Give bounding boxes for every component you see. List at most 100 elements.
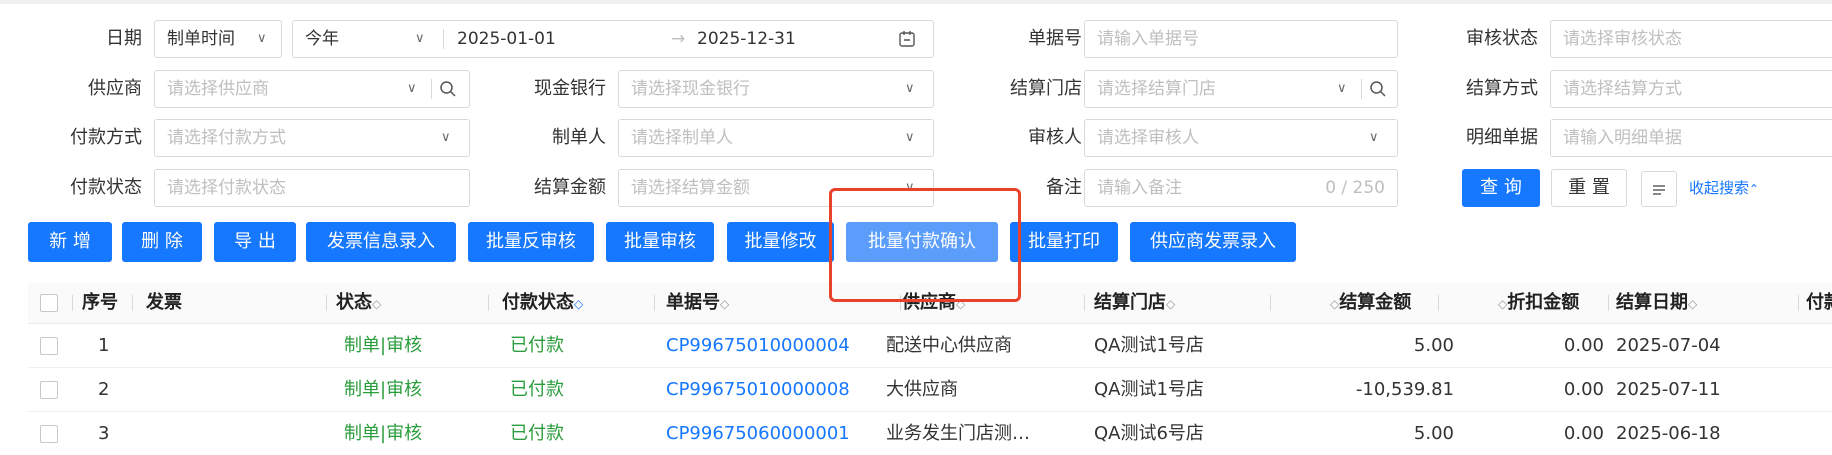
pay-status-label: 付款状态 xyxy=(70,177,142,198)
column-settings-icon[interactable] xyxy=(1641,171,1677,207)
header-supplier[interactable]: 供应商◇ xyxy=(902,282,965,324)
header-seq: 序号 xyxy=(82,292,118,313)
header-status[interactable]: 状态◇ xyxy=(336,282,381,324)
collapse-search-link[interactable]: 收起搜索⌃ xyxy=(1689,169,1759,208)
remark-input[interactable]: 请输入备注 0 / 250 xyxy=(1084,169,1398,207)
audit-status-select[interactable]: 请选择审核状态 xyxy=(1550,20,1832,58)
sort-icon: ◇ xyxy=(1688,297,1698,311)
search-icon[interactable] xyxy=(1369,71,1387,107)
cell-doc-no-link[interactable]: CP99675010000008 xyxy=(666,368,850,412)
detail-label: 明细单据 xyxy=(1466,127,1538,148)
detail-input[interactable]: 请输入明细单据 xyxy=(1550,119,1832,157)
date-type-select[interactable]: 制单时间 ∨ xyxy=(154,20,282,58)
chevron-down-icon: ∨ xyxy=(407,81,417,96)
store-label: 结算门店 xyxy=(1010,78,1082,99)
pay-method-select[interactable]: 请选择付款方式 ∨ xyxy=(154,119,470,157)
cell-doc-no-link[interactable]: CP99675060000001 xyxy=(666,412,850,455)
remark-label: 备注 xyxy=(1046,177,1082,198)
doc-no-placeholder: 请输入单据号 xyxy=(1097,29,1199,49)
select-all-checkbox[interactable] xyxy=(40,294,58,312)
header-invoice: 发票 xyxy=(146,292,182,313)
amount-label: 结算金额 xyxy=(534,177,606,198)
divider xyxy=(443,29,444,49)
supplier-invoice-entry-button[interactable]: 供应商发票录入 xyxy=(1130,222,1296,262)
settle-method-select[interactable]: 请选择结算方式 xyxy=(1550,70,1832,108)
divider xyxy=(431,79,432,99)
supplier-select[interactable]: 请选择供应商 ∨ xyxy=(154,70,470,108)
invoice-entry-button[interactable]: 发票信息录入 xyxy=(306,222,456,262)
chevron-down-icon: ∨ xyxy=(905,180,915,195)
doc-no-input[interactable]: 请输入单据号 xyxy=(1084,20,1398,58)
batch-audit-button[interactable]: 批量审核 xyxy=(606,222,714,262)
cell-pay-status: 已付款 xyxy=(510,335,564,356)
auditor-label: 审核人 xyxy=(1028,127,1082,148)
table-row[interactable]: 3 制单|审核 已付款 CP99675060000001 业务发生门店测… QA… xyxy=(28,412,1832,455)
date-range-picker[interactable]: 今年 ∨ 2025-01-01 → 2025-12-31 xyxy=(292,20,934,58)
chevron-down-icon: ∨ xyxy=(441,130,451,145)
add-button[interactable]: 新 增 xyxy=(28,222,112,262)
pay-status-select[interactable]: 请选择付款状态 xyxy=(154,169,470,207)
cell-doc-no-link[interactable]: CP99675010000004 xyxy=(666,324,850,368)
header-divider xyxy=(132,295,133,311)
export-button[interactable]: 导 出 xyxy=(214,222,296,262)
calendar-icon[interactable] xyxy=(898,21,916,57)
row-checkbox[interactable] xyxy=(40,381,58,399)
store-select[interactable]: 请选择结算门店 ∨ xyxy=(1084,70,1398,108)
header-next: 付款 xyxy=(1806,292,1832,313)
row-checkbox[interactable] xyxy=(40,425,58,443)
sort-icon: ◇ xyxy=(372,297,382,311)
batch-unaudit-button[interactable]: 批量反审核 xyxy=(468,222,594,262)
batch-payment-confirm-button[interactable]: 批量付款确认 xyxy=(846,222,998,262)
sort-icon: ◇ xyxy=(1498,297,1508,311)
batch-print-button[interactable]: 批量打印 xyxy=(1010,222,1118,262)
header-discount[interactable]: ◇折扣金额 xyxy=(1498,282,1579,324)
sort-icon: ◇ xyxy=(1330,297,1340,311)
header-divider xyxy=(72,295,73,311)
settle-method-placeholder: 请选择结算方式 xyxy=(1563,79,1682,99)
date-start-value: 2025-01-01 xyxy=(457,29,556,49)
date-arrow: → xyxy=(671,29,686,49)
store-placeholder: 请选择结算门店 xyxy=(1097,79,1216,99)
header-doc-no[interactable]: 单据号◇ xyxy=(666,282,729,324)
chevron-down-icon: ∨ xyxy=(905,130,915,145)
table-row[interactable]: 1 制单|审核 已付款 CP99675010000004 配送中心供应商 QA测… xyxy=(28,324,1832,368)
remark-char-count: 0 / 250 xyxy=(1325,178,1385,198)
cell-date: 2025-07-04 xyxy=(1616,335,1721,356)
header-amount[interactable]: ◇结算金额 xyxy=(1330,282,1411,324)
cell-supplier: 大供应商 xyxy=(886,379,958,400)
audit-status-label: 审核状态 xyxy=(1466,28,1538,49)
header-store[interactable]: 结算门店◇ xyxy=(1094,282,1175,324)
header-doc-no-label: 单据号 xyxy=(666,292,720,313)
bank-label: 现金银行 xyxy=(534,78,606,99)
query-button[interactable]: 查 询 xyxy=(1462,169,1540,207)
header-divider xyxy=(326,295,327,311)
cell-amount: 5.00 xyxy=(1413,335,1454,356)
cell-status: 制单|审核 xyxy=(344,423,423,444)
cell-supplier: 配送中心供应商 xyxy=(886,335,1012,356)
chevron-down-icon: ∨ xyxy=(257,31,267,46)
pay-method-placeholder: 请选择付款方式 xyxy=(167,128,286,148)
auditor-select[interactable]: 请选择审核人 ∨ xyxy=(1084,119,1398,157)
table-row[interactable]: 2 制单|审核 已付款 CP99675010000008 大供应商 QA测试1号… xyxy=(28,368,1832,412)
bank-placeholder: 请选择现金银行 xyxy=(631,79,750,99)
search-icon[interactable] xyxy=(439,71,457,107)
sort-icon: ◇ xyxy=(574,297,584,311)
creator-placeholder: 请选择制单人 xyxy=(631,128,733,148)
chevron-down-icon: ∨ xyxy=(1337,81,1347,96)
cell-discount: 0.00 xyxy=(1563,423,1604,444)
header-pay-status-label: 付款状态 xyxy=(502,292,574,313)
sort-icon: ◇ xyxy=(720,297,730,311)
header-pay-status[interactable]: 付款状态◇ xyxy=(502,282,583,324)
cell-amount: -10,539.81 xyxy=(1355,379,1454,400)
amount-select[interactable]: 请选择结算金额 ∨ xyxy=(618,169,934,207)
row-checkbox[interactable] xyxy=(40,337,58,355)
batch-edit-button[interactable]: 批量修改 xyxy=(727,222,834,262)
creator-select[interactable]: 请选择制单人 ∨ xyxy=(618,119,934,157)
bank-select[interactable]: 请选择现金银行 ∨ xyxy=(618,70,934,108)
header-divider xyxy=(1270,295,1271,311)
delete-button[interactable]: 删 除 xyxy=(122,222,202,262)
cell-date: 2025-07-11 xyxy=(1616,379,1721,400)
reset-button[interactable]: 重 置 xyxy=(1551,169,1627,207)
cell-pay-status: 已付款 xyxy=(510,423,564,444)
header-date[interactable]: 结算日期◇ xyxy=(1616,282,1697,324)
